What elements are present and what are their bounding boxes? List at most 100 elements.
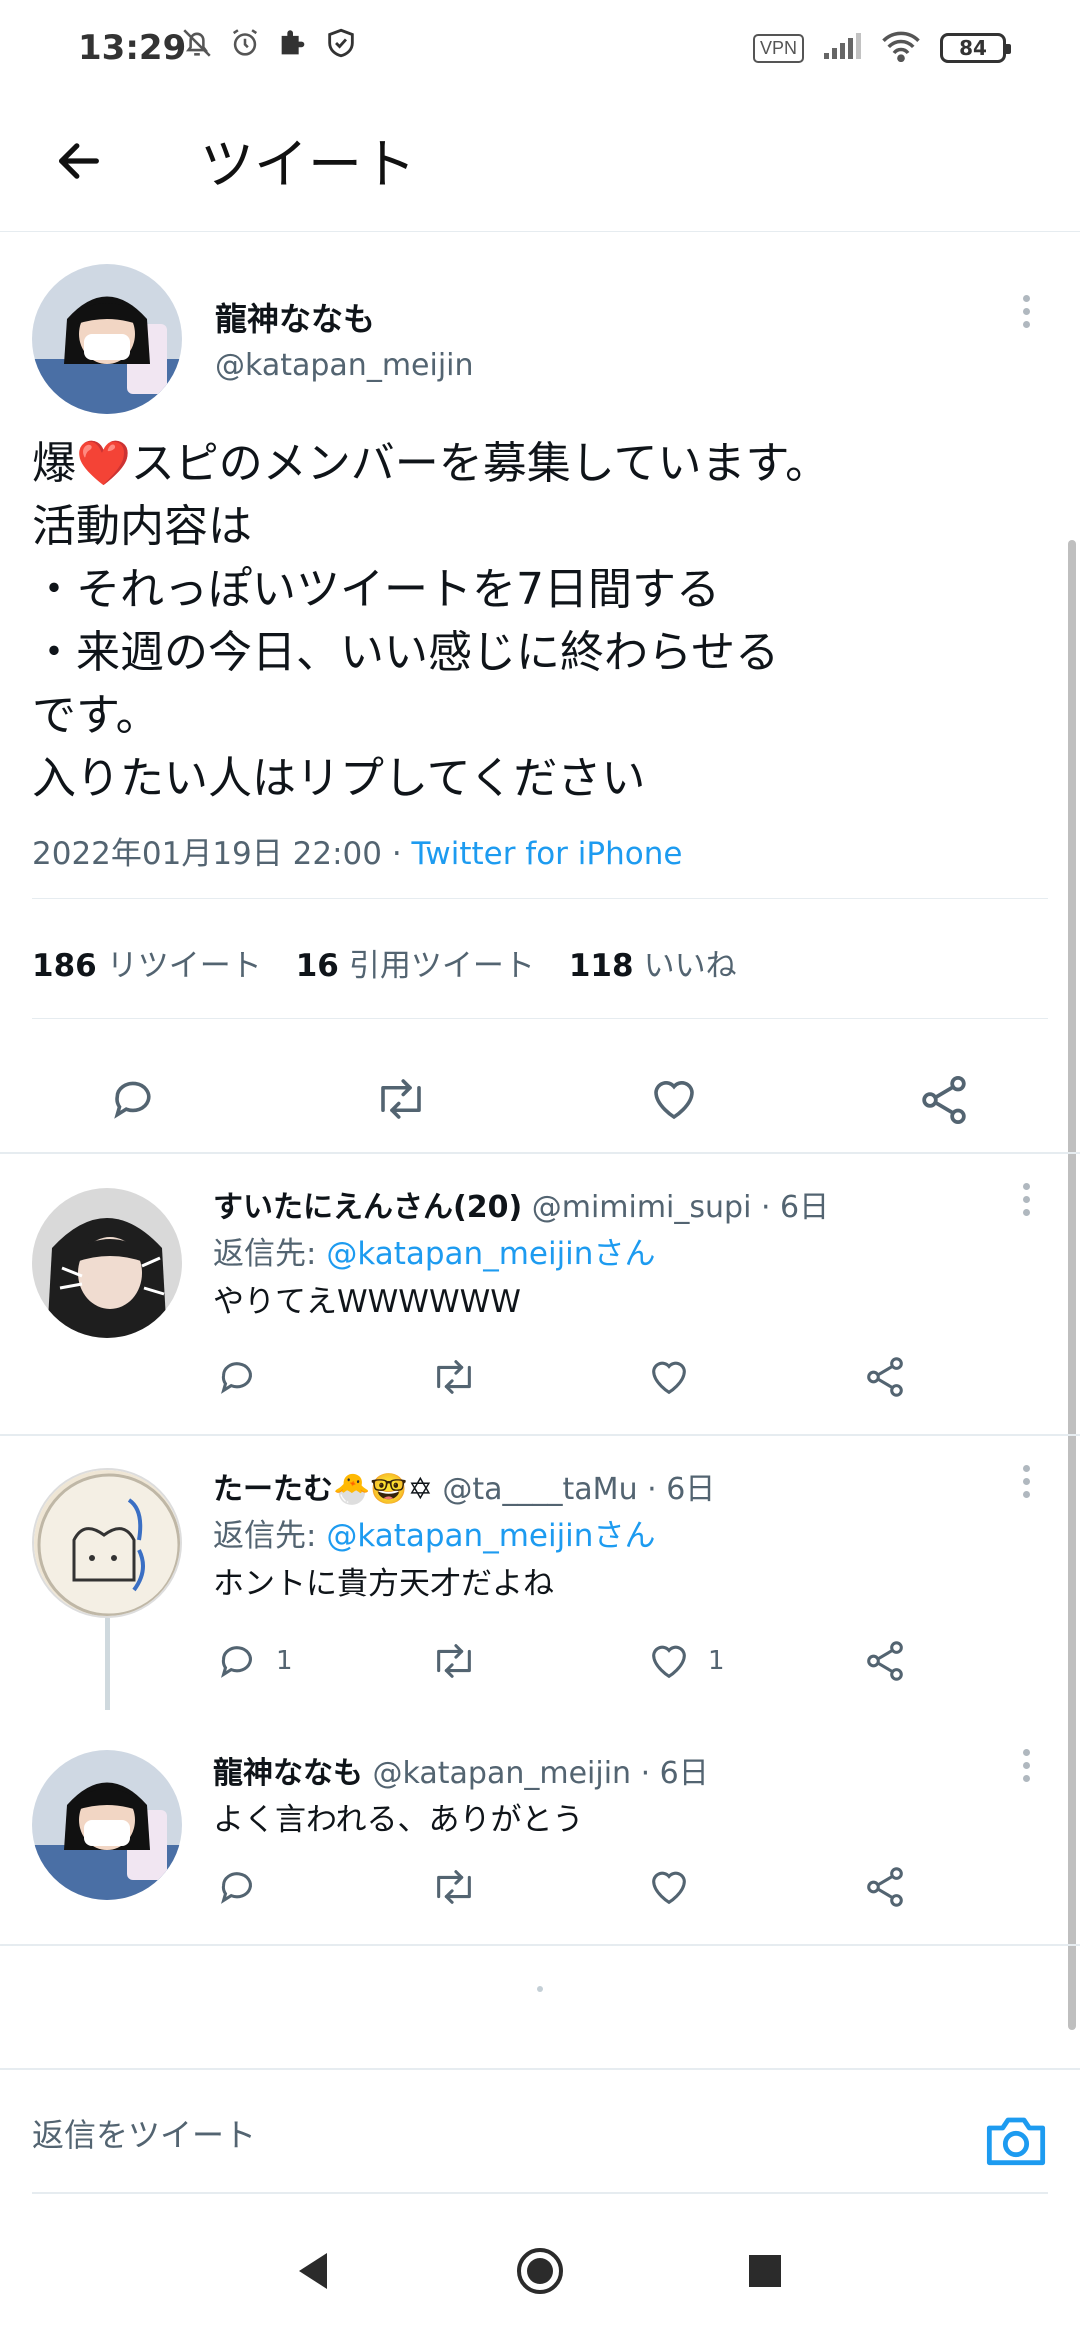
reply-input[interactable]: 返信をツイート xyxy=(32,2110,256,2156)
more-dot xyxy=(1022,1477,1030,1485)
reply-text: やりてえWWWWWW xyxy=(213,1284,521,1320)
nav-recents-button[interactable] xyxy=(740,2246,790,2296)
reply-time: · 6日 xyxy=(647,1472,716,1507)
back-button[interactable] xyxy=(42,124,116,198)
share-icon xyxy=(867,1357,903,1397)
reply-count: 1 xyxy=(276,1646,293,1676)
puzzle-icon xyxy=(276,26,310,64)
reply-to-line: 返信先: @katapan_meijinさん xyxy=(213,1228,655,1273)
reply-text: ホントに貴方天才だよね xyxy=(213,1566,554,1602)
retweet-button[interactable] xyxy=(428,1864,480,1910)
reply-time: · 6日 xyxy=(760,1190,830,1225)
more-options-button[interactable] xyxy=(1006,1740,1046,1790)
reply-to-link[interactable]: @katapan_meijinさん xyxy=(326,1518,655,1554)
retweet-button[interactable] xyxy=(428,1638,480,1684)
more-options-button[interactable] xyxy=(1006,1174,1046,1224)
reply-author-name[interactable]: すいたにえんさん(20) xyxy=(213,1190,522,1225)
retweets-stat[interactable]: 186 リツイート xyxy=(32,940,262,985)
camera-button[interactable] xyxy=(984,2112,1048,2168)
shield-check-icon xyxy=(324,26,358,64)
reply-button[interactable]: 1 xyxy=(214,1638,293,1684)
share-button[interactable] xyxy=(862,1638,908,1684)
share-icon xyxy=(867,1867,903,1907)
loading-indicator xyxy=(537,1986,543,1992)
more-dot xyxy=(1022,1208,1030,1216)
more-options-button[interactable] xyxy=(1006,1456,1046,1506)
heart-icon xyxy=(652,1871,686,1905)
more-dot xyxy=(1022,307,1030,315)
reply-header: 龍神ななも @katapan_meijin · 6日 xyxy=(213,1748,709,1792)
alarm-icon xyxy=(228,26,262,64)
share-icon xyxy=(867,1641,903,1681)
share-button[interactable] xyxy=(862,1864,908,1910)
like-button[interactable] xyxy=(646,1072,702,1126)
scrollbar[interactable] xyxy=(1068,540,1076,2030)
reply-button[interactable] xyxy=(214,1864,276,1910)
vpn-badge: VPN xyxy=(752,33,804,63)
divider xyxy=(0,1152,1080,1154)
share-button[interactable] xyxy=(862,1354,908,1400)
likes-stat[interactable]: 118 いいね xyxy=(569,940,737,985)
quotes-label: 引用ツイート xyxy=(348,948,535,984)
author-handle[interactable]: @katapan_meijin xyxy=(215,348,474,383)
likes-count: 118 xyxy=(568,948,634,984)
mute-bell-icon xyxy=(180,26,214,64)
reply-text: よく言われる、ありがとう xyxy=(213,1802,584,1838)
heart-icon xyxy=(654,1081,694,1120)
reply-author-handle[interactable]: @mimimi_supi xyxy=(532,1190,752,1225)
like-button[interactable] xyxy=(646,1354,708,1400)
like-button[interactable] xyxy=(646,1864,708,1910)
square-recents-icon xyxy=(749,2255,781,2287)
retweets-count: 186 xyxy=(32,948,97,984)
avatar[interactable] xyxy=(32,264,182,414)
reply-icon xyxy=(221,1872,252,1904)
circle-home-icon xyxy=(517,2248,563,2294)
reply-icon xyxy=(114,1081,151,1119)
more-dot xyxy=(1022,1182,1030,1190)
system-nav-bar xyxy=(0,2200,1080,2340)
reply-icon xyxy=(221,1646,252,1678)
nav-back-button[interactable] xyxy=(288,2246,338,2296)
more-dot xyxy=(1022,1490,1030,1498)
tweet-text: 爆❤️スピのメンバーを募集しています。 活動内容は ・それっぽいツイートを7日間… xyxy=(32,438,830,804)
reply-time: · 6日 xyxy=(640,1756,709,1791)
reply-button[interactable] xyxy=(214,1354,276,1400)
reply-icon xyxy=(221,1362,252,1394)
more-dot xyxy=(1022,320,1030,328)
status-icons-left xyxy=(180,26,358,64)
author-name[interactable]: 龍神ななも xyxy=(215,294,375,340)
reply-author-name[interactable]: 龍神ななも xyxy=(213,1756,363,1791)
quotes-stat[interactable]: 16 引用ツイート xyxy=(296,940,535,985)
divider xyxy=(0,1434,1080,1436)
avatar[interactable] xyxy=(32,1468,182,1618)
app-header: ツイート xyxy=(0,96,1080,232)
tweet-actions xyxy=(0,1052,1080,1142)
reply-to-link[interactable]: @katapan_meijinさん xyxy=(326,1236,655,1272)
more-options-button[interactable] xyxy=(1006,286,1046,336)
quotes-count: 16 xyxy=(295,948,339,984)
nav-home-button[interactable] xyxy=(515,2246,565,2296)
avatar[interactable] xyxy=(32,1188,182,1338)
retweet-button[interactable] xyxy=(370,1072,432,1126)
triangle-back-icon xyxy=(299,2253,327,2289)
status-bar: 13:29 VPN 84 xyxy=(0,0,1080,96)
camera-icon xyxy=(986,2117,1046,2166)
avatar[interactable] xyxy=(32,1750,182,1900)
reply-author-name[interactable]: たーたむ🐣🤓✡ xyxy=(213,1472,433,1507)
reply-author-handle[interactable]: @ta____taMu xyxy=(442,1472,637,1507)
share-icon xyxy=(922,1075,966,1125)
heart-icon xyxy=(652,1361,686,1395)
retweet-icon xyxy=(381,1079,421,1119)
reply-compose-bar: 返信をツイート xyxy=(0,2068,1080,2194)
share-button[interactable] xyxy=(916,1072,972,1128)
retweet-button[interactable] xyxy=(428,1354,480,1400)
like-button[interactable]: 1 xyxy=(646,1638,725,1684)
reply-author-handle[interactable]: @katapan_meijin xyxy=(373,1756,632,1791)
page-title: ツイート xyxy=(200,133,416,196)
more-dot xyxy=(1022,1748,1030,1756)
reply-button[interactable] xyxy=(106,1072,160,1126)
tweet-timestamp[interactable]: 2022年01月19日 22:00 xyxy=(32,836,382,872)
divider xyxy=(32,898,1048,899)
signal-icon xyxy=(822,31,862,65)
tweet-source-link[interactable]: Twitter for iPhone xyxy=(412,836,683,872)
